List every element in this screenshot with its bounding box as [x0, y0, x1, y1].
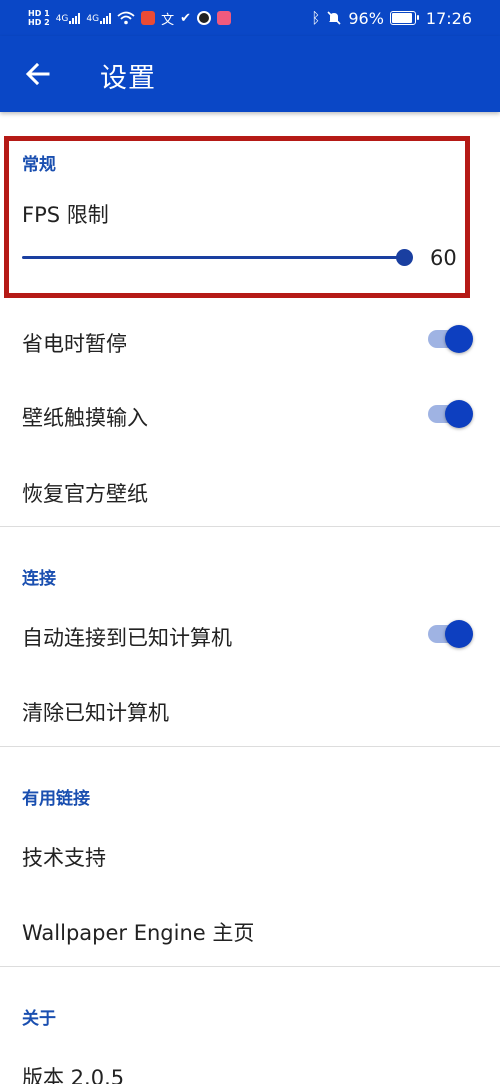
- battery-icon: [389, 11, 419, 25]
- hd-indicator: HD 1 HD 2: [28, 9, 50, 27]
- store-app-icon: [217, 11, 232, 25]
- wifi-icon: [117, 11, 135, 25]
- version-item: 版本 2.0.5: [22, 1066, 125, 1084]
- section-header-links: 有用链接: [22, 789, 90, 809]
- fps-slider-thumb[interactable]: [395, 249, 413, 266]
- auto-connect-toggle[interactable]: [428, 620, 474, 648]
- signal-2-icon: 4G: [86, 12, 112, 24]
- clear-known-computers-item[interactable]: 清除已知计算机: [22, 697, 169, 727]
- fps-limit-label: FPS 限制: [22, 203, 109, 227]
- divider: [0, 526, 500, 527]
- auto-connect-label[interactable]: 自动连接到已知计算机: [22, 622, 232, 652]
- section-header-about: 关于: [22, 1009, 56, 1029]
- wallpaper-touch-input-toggle[interactable]: [428, 400, 474, 428]
- status-left: HD 1 HD 2 4G 4G 文 ✔: [28, 4, 232, 32]
- pause-on-battery-saver-label[interactable]: 省电时暂停: [22, 328, 127, 358]
- vpn-app-icon: ✔: [180, 10, 192, 26]
- divider: [0, 746, 500, 747]
- bluetooth-icon: ᛒ: [311, 9, 321, 27]
- translate-app-icon: 文: [161, 12, 175, 28]
- homepage-link[interactable]: Wallpaper Engine 主页: [22, 917, 254, 947]
- section-header-general: 常规: [22, 155, 56, 175]
- fps-value: 60: [430, 246, 457, 270]
- restore-official-wallpaper-item[interactable]: 恢复官方壁纸: [22, 478, 148, 508]
- status-bar: HD 1 HD 2 4G 4G 文 ✔ ᛒ 96% 17:26: [0, 0, 500, 36]
- divider: [0, 966, 500, 967]
- tech-support-link[interactable]: 技术支持: [22, 842, 106, 872]
- mute-icon: [327, 11, 341, 25]
- clock: 17:26: [425, 8, 472, 28]
- section-header-connection: 连接: [22, 569, 56, 589]
- status-right: ᛒ 96% 17:26: [311, 4, 472, 32]
- weibo-app-icon: [141, 11, 156, 25]
- fps-slider-track[interactable]: [22, 256, 404, 259]
- back-arrow-icon[interactable]: [22, 58, 54, 90]
- battery-percent: 96%: [348, 8, 384, 28]
- signal-1-icon: 4G: [56, 12, 81, 24]
- page-title: 设置: [100, 63, 156, 94]
- wallpaper-touch-input-label[interactable]: 壁纸触摸输入: [22, 402, 148, 432]
- camera-app-icon: [197, 11, 212, 25]
- pause-on-battery-saver-toggle[interactable]: [428, 325, 474, 353]
- app-bar: 设置: [0, 36, 500, 112]
